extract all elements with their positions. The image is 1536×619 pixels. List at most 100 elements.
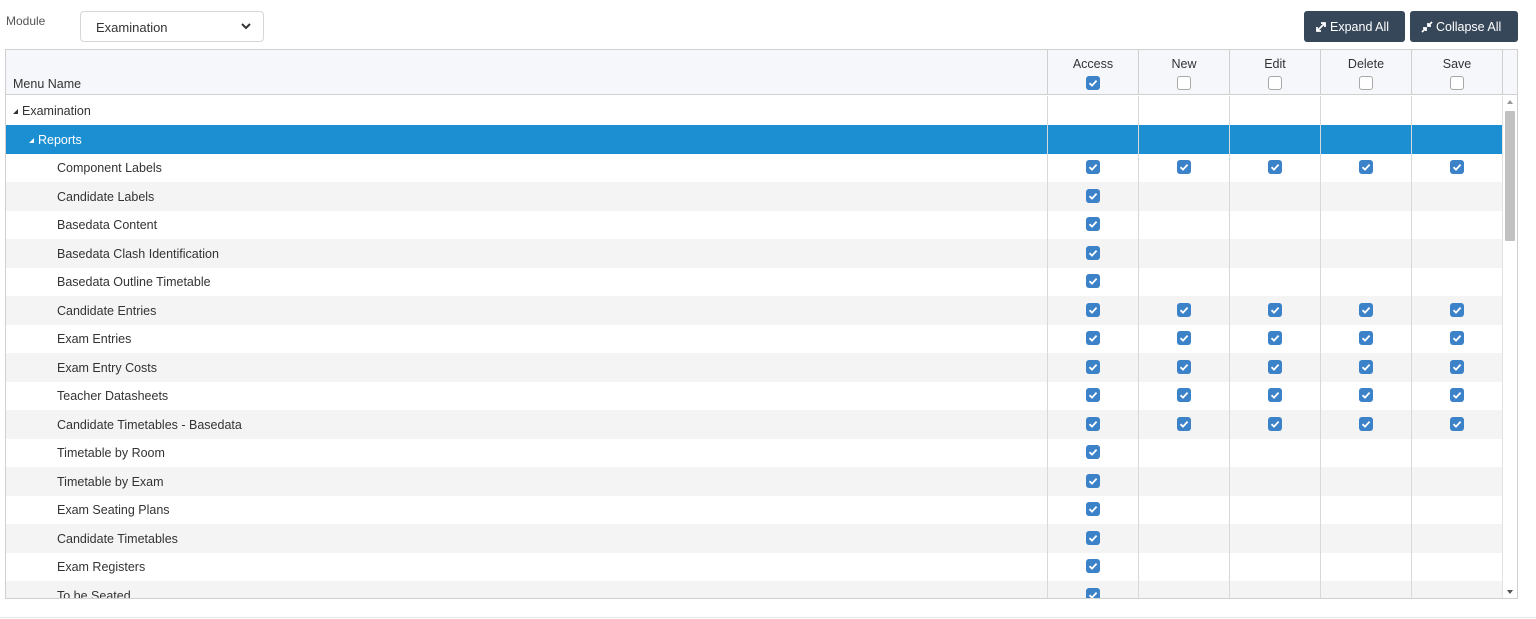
access-checkbox[interactable]	[1086, 474, 1100, 488]
access-checkbox[interactable]	[1086, 331, 1100, 345]
access-checkbox[interactable]	[1086, 417, 1100, 431]
table-row[interactable]: Exam Entry Costs	[6, 353, 1502, 382]
access-cell	[1047, 524, 1138, 553]
new-checkbox[interactable]	[1177, 331, 1191, 345]
delete-cell	[1320, 353, 1411, 382]
scroll-up-arrow-icon[interactable]	[1507, 100, 1513, 104]
access-checkbox[interactable]	[1086, 274, 1100, 288]
scroll-thumb[interactable]	[1505, 111, 1515, 241]
edit-checkbox[interactable]	[1268, 160, 1282, 174]
table-row[interactable]: Candidate Labels	[6, 182, 1502, 211]
access-cell	[1047, 581, 1138, 598]
menu-item-text: Exam Registers	[57, 560, 146, 574]
access-checkbox[interactable]	[1086, 217, 1100, 231]
delete-checkbox[interactable]	[1359, 160, 1373, 174]
table-row[interactable]: To be Seated	[6, 581, 1502, 598]
access-cell	[1047, 381, 1138, 410]
table-row[interactable]: Component Labels	[6, 153, 1502, 182]
module-label: Module	[6, 14, 46, 28]
tree-group-row[interactable]: Examination	[6, 96, 1502, 125]
collapse-all-label: Collapse All	[1436, 19, 1502, 34]
save-checkbox[interactable]	[1450, 331, 1464, 345]
delete-cell	[1320, 239, 1411, 268]
table-row[interactable]: Basedata Outline Timetable	[6, 267, 1502, 296]
edit-cell	[1229, 153, 1320, 182]
footer-divider	[0, 617, 1536, 618]
table-row[interactable]: Candidate Timetables - Basedata	[6, 410, 1502, 439]
new-cell	[1138, 324, 1229, 353]
menu-item-label: Basedata Clash Identification	[57, 247, 219, 261]
delete-checkbox[interactable]	[1359, 417, 1373, 431]
delete-cell	[1320, 410, 1411, 439]
new-checkbox[interactable]	[1177, 388, 1191, 402]
save-checkbox[interactable]	[1450, 360, 1464, 374]
delete-checkbox[interactable]	[1359, 360, 1373, 374]
new-cell	[1138, 467, 1229, 496]
access-checkbox[interactable]	[1086, 189, 1100, 203]
access-checkbox[interactable]	[1086, 160, 1100, 174]
delete-checkbox[interactable]	[1359, 388, 1373, 402]
save-header-checkbox[interactable]	[1450, 76, 1464, 90]
access-checkbox[interactable]	[1086, 531, 1100, 545]
save-cell	[1411, 296, 1502, 325]
menu-item-label: Basedata Content	[57, 218, 157, 232]
new-checkbox[interactable]	[1177, 303, 1191, 317]
access-cell	[1047, 467, 1138, 496]
delete-cell	[1320, 267, 1411, 296]
delete-checkbox[interactable]	[1359, 331, 1373, 345]
table-row[interactable]: Candidate Timetables	[6, 524, 1502, 553]
access-checkbox[interactable]	[1086, 588, 1100, 598]
table-row[interactable]: Timetable by Exam	[6, 467, 1502, 496]
delete-cell	[1320, 296, 1411, 325]
save-cell	[1411, 182, 1502, 211]
delete-cell	[1320, 495, 1411, 524]
save-checkbox[interactable]	[1450, 303, 1464, 317]
access-checkbox[interactable]	[1086, 445, 1100, 459]
access-checkbox[interactable]	[1086, 388, 1100, 402]
collapse-arrows-icon	[1421, 20, 1433, 33]
save-cell	[1411, 581, 1502, 598]
access-header-checkbox[interactable]	[1086, 76, 1100, 90]
edit-checkbox[interactable]	[1268, 360, 1282, 374]
table-row[interactable]: Candidate Entries	[6, 296, 1502, 325]
new-checkbox[interactable]	[1177, 360, 1191, 374]
new-checkbox[interactable]	[1177, 160, 1191, 174]
triangle-open-icon[interactable]	[29, 138, 34, 143]
edit-header-checkbox[interactable]	[1268, 76, 1282, 90]
menu-item-label: Exam Entries	[57, 332, 131, 346]
new-checkbox[interactable]	[1177, 417, 1191, 431]
tree-group-row[interactable]: Reports	[6, 125, 1502, 154]
scroll-down-arrow-icon[interactable]	[1507, 590, 1513, 594]
save-checkbox[interactable]	[1450, 417, 1464, 431]
edit-checkbox[interactable]	[1268, 417, 1282, 431]
vertical-scrollbar[interactable]	[1502, 96, 1517, 598]
delete-header-checkbox[interactable]	[1359, 76, 1373, 90]
access-checkbox[interactable]	[1086, 360, 1100, 374]
save-checkbox[interactable]	[1450, 160, 1464, 174]
menu-item-label: Timetable by Room	[57, 446, 165, 460]
table-row[interactable]: Basedata Clash Identification	[6, 239, 1502, 268]
access-checkbox[interactable]	[1086, 303, 1100, 317]
save-checkbox[interactable]	[1450, 388, 1464, 402]
menu-item-label: Candidate Timetables - Basedata	[57, 418, 242, 432]
table-row[interactable]: Exam Entries	[6, 324, 1502, 353]
expand-all-button[interactable]: Expand All	[1304, 11, 1405, 42]
table-row[interactable]: Basedata Content	[6, 210, 1502, 239]
access-checkbox[interactable]	[1086, 246, 1100, 260]
delete-checkbox[interactable]	[1359, 303, 1373, 317]
edit-checkbox[interactable]	[1268, 303, 1282, 317]
table-row[interactable]: Exam Seating Plans	[6, 495, 1502, 524]
new-header-checkbox[interactable]	[1177, 76, 1191, 90]
table-row[interactable]: Timetable by Room	[6, 438, 1502, 467]
access-checkbox[interactable]	[1086, 559, 1100, 573]
save-cell	[1411, 524, 1502, 553]
menu-item-label: Exam Registers	[57, 560, 145, 574]
module-select[interactable]: Examination	[80, 11, 264, 42]
table-row[interactable]: Teacher Datasheets	[6, 381, 1502, 410]
edit-checkbox[interactable]	[1268, 331, 1282, 345]
triangle-open-icon[interactable]	[13, 109, 18, 114]
edit-checkbox[interactable]	[1268, 388, 1282, 402]
access-checkbox[interactable]	[1086, 502, 1100, 516]
table-row[interactable]: Exam Registers	[6, 552, 1502, 581]
collapse-all-button[interactable]: Collapse All	[1410, 11, 1518, 42]
